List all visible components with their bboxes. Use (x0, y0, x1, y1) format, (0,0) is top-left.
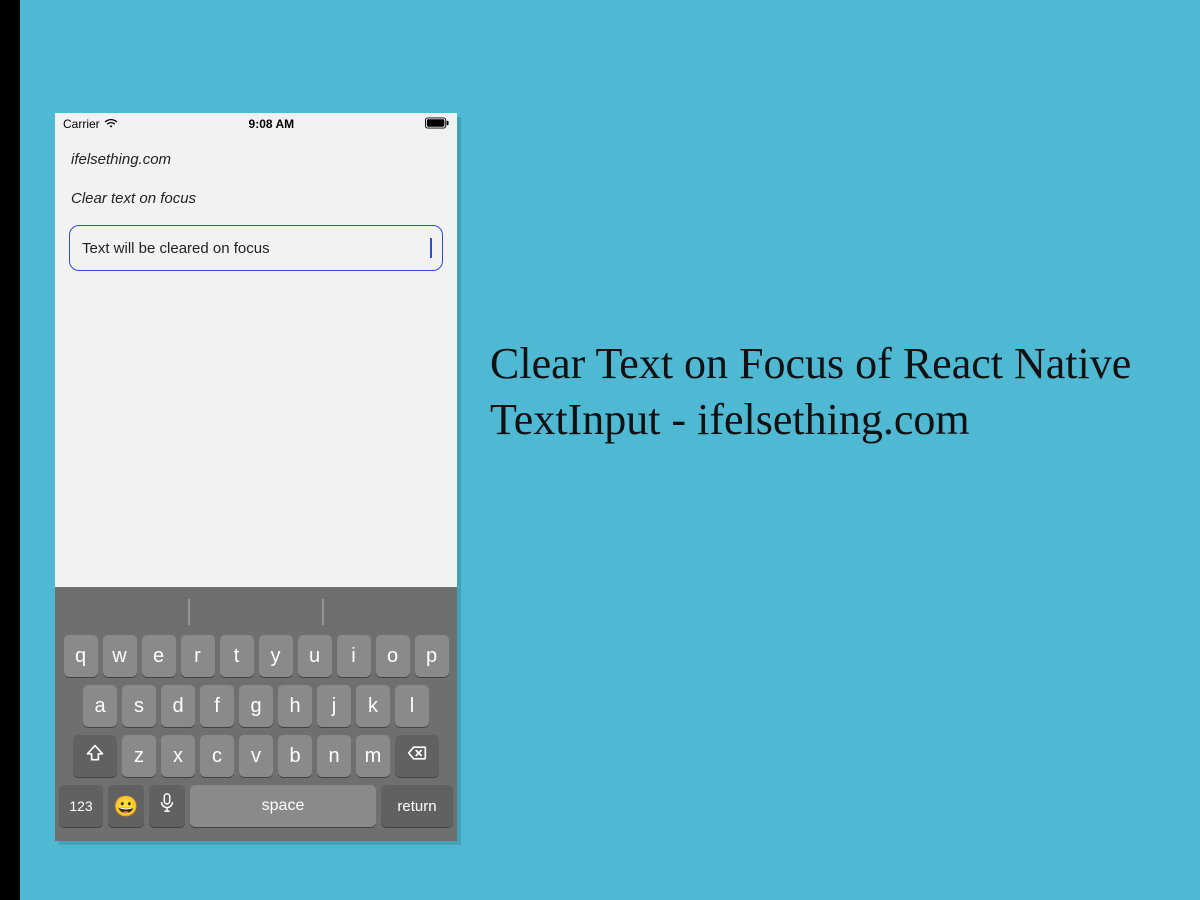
key-e[interactable]: e (142, 635, 176, 677)
key-space[interactable]: space (190, 785, 376, 827)
key-g[interactable]: g (239, 685, 273, 727)
battery-icon (425, 117, 449, 132)
key-o[interactable]: o (376, 635, 410, 677)
key-t[interactable]: t (220, 635, 254, 677)
text-input-container[interactable] (69, 225, 443, 271)
carrier-label: Carrier (63, 117, 100, 131)
key-n[interactable]: n (317, 735, 351, 777)
key-f[interactable]: f (200, 685, 234, 727)
key-w[interactable]: w (103, 635, 137, 677)
key-h[interactable]: h (278, 685, 312, 727)
key-dictation[interactable] (149, 785, 185, 827)
key-i[interactable]: i (337, 635, 371, 677)
app-body: ifelsething.com Clear text on focus (55, 135, 457, 587)
wifi-icon (104, 117, 118, 132)
keyboard-rows: q w e r t y u i o p a s d f g h (55, 631, 457, 841)
status-right (425, 117, 449, 132)
key-numbers[interactable]: 123 (59, 785, 103, 827)
key-j[interactable]: j (317, 685, 351, 727)
key-y[interactable]: y (259, 635, 293, 677)
key-return[interactable]: return (381, 785, 453, 827)
key-m[interactable]: m (356, 735, 390, 777)
key-c[interactable]: c (200, 735, 234, 777)
headline-text: Clear Text on Focus of React Native Text… (490, 336, 1160, 449)
shift-icon (85, 743, 105, 769)
key-q[interactable]: q (64, 635, 98, 677)
keyboard-row-1: q w e r t y u i o p (59, 635, 453, 677)
status-bar: Carrier 9:08 AM (55, 113, 457, 135)
key-p[interactable]: p (415, 635, 449, 677)
suggestion-slot[interactable] (55, 599, 189, 625)
key-emoji[interactable]: 😀 (108, 785, 144, 827)
key-l[interactable]: l (395, 685, 429, 727)
subtitle-label: Clear text on focus (71, 190, 443, 207)
key-r[interactable]: r (181, 635, 215, 677)
status-left: Carrier (63, 117, 118, 132)
keyboard-row-3: z x c v b n m (59, 735, 453, 777)
keyboard-row-2: a s d f g h j k l (59, 685, 453, 727)
key-backspace[interactable] (395, 735, 439, 777)
phone-simulator: Carrier 9:08 AM (55, 113, 457, 841)
suggestion-slot[interactable] (323, 599, 457, 625)
keyboard-suggestion-bar (55, 593, 457, 631)
key-d[interactable]: d (161, 685, 195, 727)
key-shift[interactable] (73, 735, 117, 777)
status-time: 9:08 AM (249, 117, 295, 131)
emoji-icon: 😀 (114, 794, 139, 819)
key-u[interactable]: u (298, 635, 332, 677)
keyboard-row-4: 123 😀 spa (59, 785, 453, 827)
key-a[interactable]: a (83, 685, 117, 727)
microphone-icon (159, 793, 175, 819)
site-label: ifelsething.com (71, 151, 443, 168)
key-v[interactable]: v (239, 735, 273, 777)
left-black-band (0, 0, 20, 900)
backspace-icon (407, 743, 427, 769)
key-z[interactable]: z (122, 735, 156, 777)
key-s[interactable]: s (122, 685, 156, 727)
text-input[interactable] (80, 239, 432, 258)
key-k[interactable]: k (356, 685, 390, 727)
suggestion-slot[interactable] (189, 599, 324, 625)
key-b[interactable]: b (278, 735, 312, 777)
stage: Carrier 9:08 AM (0, 0, 1200, 900)
text-caret (430, 238, 432, 258)
ios-keyboard: q w e r t y u i o p a s d f g h (55, 587, 457, 841)
key-x[interactable]: x (161, 735, 195, 777)
